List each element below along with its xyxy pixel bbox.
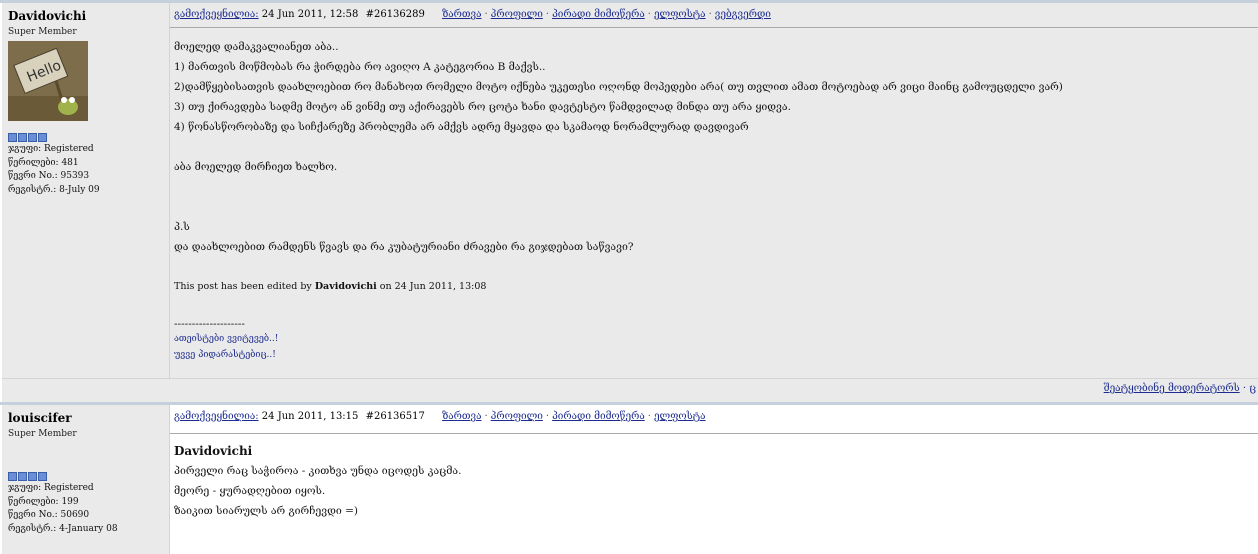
- pm-link[interactable]: პირადი მიმოწერა: [552, 9, 645, 20]
- edited-suffix: on 24 Jun 2011, 13:08: [379, 281, 487, 292]
- post-body: მოელედ დამაკვალიანეთ აბა.. 1) მართვის მო…: [174, 37, 1063, 363]
- post-footer-bar: შეატყობინე მოდერატორს · ც: [2, 378, 1258, 403]
- post-line: 3) თუ ქირავდება სადმე მოტო ან ვინმე თუ ა…: [174, 101, 791, 113]
- profile-link[interactable]: პროფილი: [491, 9, 543, 20]
- author-group: ჯგუფი: Registered: [8, 144, 94, 154]
- author-panel: Davidovichi Super Member Hello ჯგუფი: Re…: [2, 3, 170, 378]
- signature-rule: --------------------: [174, 318, 245, 330]
- rank-pip: [28, 472, 37, 481]
- edited-note: This post has been edited by Davidovichi…: [174, 277, 1063, 297]
- post-line: მოელედ დამაკვალიანეთ აბა..: [174, 41, 339, 53]
- post-content-panel: გამოქვეყნილია: 24 Jun 2011, 12:58 #26136…: [170, 3, 1258, 378]
- email-link[interactable]: ელფოსტა: [654, 9, 706, 20]
- post-line: ზაიკით სიარულს არ გირჩევდი =): [174, 505, 358, 517]
- post-line: [174, 197, 1063, 217]
- post-line: 1) მართვის მოწმობას რა ჭირდება რო ავიღო …: [174, 61, 546, 73]
- author-registered: რეგისტრ.: 4-January 08: [8, 523, 118, 534]
- website-link[interactable]: ვებგვერდი: [715, 9, 771, 20]
- rank-pip: [38, 472, 47, 481]
- post-line: [174, 257, 1063, 277]
- post-line: და დაახლოებით რამდენს წვავს და რა კუბატუ…: [174, 241, 634, 253]
- author-member-no: წევრი No.: 95393: [8, 171, 90, 181]
- post-line: [174, 177, 1063, 197]
- report-moderator-link[interactable]: შეატყობინე მოდერატორს: [1104, 383, 1240, 394]
- author-title: Super Member: [8, 429, 77, 439]
- signature-line: ათეისტები ვვიტევებ..!: [174, 334, 279, 344]
- posted-link[interactable]: გამოქვეყნილია:: [174, 9, 259, 20]
- avatar: Hello: [8, 41, 88, 121]
- signature-line: უვვე პიდარასტებიც..!: [174, 350, 276, 360]
- author-name[interactable]: Davidovichi: [8, 9, 86, 23]
- author-panel: louiscifer Super Member ჯგუფი: Registere…: [2, 405, 170, 554]
- footer-cut-link[interactable]: · ც: [1243, 383, 1256, 394]
- author-posts: წერილები: 199: [8, 496, 79, 507]
- post-header: გამოქვეყნილია: 24 Jun 2011, 12:58 #26136…: [174, 9, 771, 20]
- author-group: ჯგუფი: Registered: [8, 483, 94, 493]
- post: louiscifer Super Member ჯგუფი: Registere…: [0, 405, 1258, 554]
- author-member-no: წევრი No.: 50690: [8, 510, 90, 520]
- author-info: ჯგუფი: Registered წერილები: 481 წევრი No…: [8, 143, 100, 197]
- rank-pips: [8, 133, 47, 142]
- post-content-panel: გამოქვეყნილია: 24 Jun 2011, 13:15 #26136…: [170, 405, 1258, 554]
- post-id: #26136517: [365, 411, 425, 422]
- edited-prefix: This post has been edited by: [174, 281, 312, 292]
- rank-pips: [8, 472, 47, 481]
- post-line: მეორე - ყურადღებით იყოს.: [174, 485, 326, 497]
- edited-by: Davidovichi: [314, 281, 377, 292]
- author-posts: წერილები: 481: [8, 157, 79, 168]
- post-line: პ.ს: [174, 221, 190, 233]
- rank-pip: [8, 472, 17, 481]
- post-line: 4) წონასწორობაზე და სიჩქარეზე პრობლემა ა…: [174, 121, 749, 133]
- post-line: აბა მოელედ მირჩიეთ ხალხო.: [174, 161, 338, 173]
- rank-pip: [28, 133, 37, 142]
- pm-link[interactable]: პირადი მიმოწერა: [552, 411, 645, 422]
- rank-pip: [38, 133, 47, 142]
- quote-button[interactable]: ზართვა: [442, 411, 481, 422]
- footer-links: შეატყობინე მოდერატორს · ც: [1104, 383, 1256, 394]
- quote-button[interactable]: ზართვა: [442, 9, 481, 20]
- header-divider: [170, 27, 1258, 28]
- profile-link[interactable]: პროფილი: [491, 411, 543, 422]
- post-body: Davidovichi პირველი რაც საჭიროა - კითხვა…: [174, 441, 461, 521]
- rank-pip: [8, 133, 17, 142]
- posted-date: 24 Jun 2011, 12:58: [261, 9, 359, 20]
- rank-pip: [18, 472, 27, 481]
- post-line: [174, 297, 1063, 317]
- rank-pip: [18, 133, 27, 142]
- header-divider: [170, 433, 1258, 434]
- posted-link[interactable]: გამოქვეყნილია:: [174, 411, 259, 422]
- post-header: გამოქვეყნილია: 24 Jun 2011, 13:15 #26136…: [174, 411, 706, 422]
- post-id: #26136289: [365, 9, 425, 20]
- signature: -------------------- ათეისტები ვვიტევებ.…: [174, 317, 1063, 363]
- author-name[interactable]: louiscifer: [8, 411, 72, 425]
- author-title: Super Member: [8, 27, 77, 37]
- posted-date: 24 Jun 2011, 13:15: [261, 411, 359, 422]
- author-registered: რეგისტრ.: 8-July 09: [8, 184, 100, 195]
- quoted-author: Davidovichi: [174, 444, 253, 458]
- email-link[interactable]: ელფოსტა: [654, 411, 706, 422]
- post-line: პირველი რაც საჭიროა - კითხვა უნდა იცოდეს…: [174, 465, 462, 477]
- author-info: ჯგუფი: Registered წერილები: 199 წევრი No…: [8, 482, 118, 536]
- post-line: 2)დამწყებისათვის დაახლოებით რო მანახოთ რ…: [174, 81, 1063, 93]
- post: Davidovichi Super Member Hello ჯგუფი: Re…: [0, 3, 1258, 378]
- post-line: [174, 137, 1063, 157]
